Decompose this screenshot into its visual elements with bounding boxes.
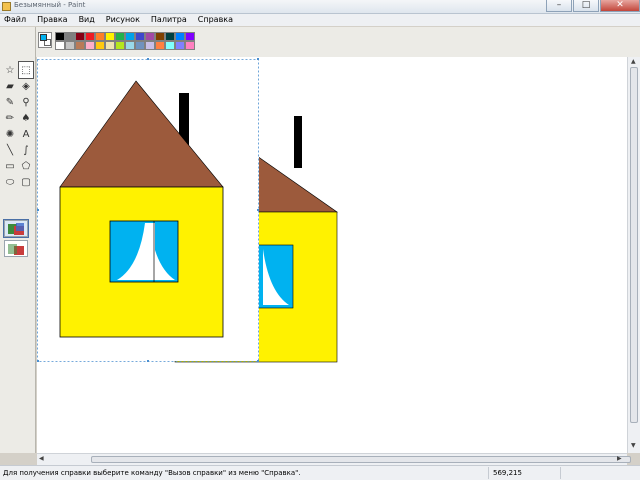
fill-tool[interactable]: ◈ — [19, 78, 33, 94]
magnifier-icon: ⚲ — [22, 96, 30, 108]
paint-app-icon — [2, 2, 11, 11]
text-tool[interactable]: A — [19, 126, 33, 142]
curve-icon: ∫ — [23, 144, 29, 156]
color-picker-tool[interactable]: ✎ — [3, 94, 17, 110]
palette-swatch[interactable] — [55, 41, 65, 50]
cursor-coordinates: 569,215 — [493, 469, 522, 477]
scroll-up-icon[interactable]: ▲ — [631, 58, 636, 65]
rounded-rect-icon: ▢ — [21, 176, 31, 188]
rect-select-icon: ⬚ — [21, 64, 31, 76]
palette-swatch[interactable] — [165, 41, 175, 50]
palette-swatch[interactable] — [115, 32, 125, 41]
palette-swatch[interactable] — [125, 41, 135, 50]
palette-swatch[interactable] — [135, 32, 145, 41]
polygon-icon: ⬠ — [21, 160, 31, 172]
airbrush-tool[interactable]: ✺ — [3, 126, 17, 142]
palette-swatch[interactable] — [185, 41, 195, 50]
brush-icon: ♠ — [21, 112, 31, 124]
menu-bar: Файл Правка Вид Рисунок Палитра Справка — [0, 14, 640, 26]
foreground-color-swatch[interactable] — [40, 34, 47, 41]
toolbox: ☆ ⬚ ▰ ◈ ✎ ⚲ ✏ ♠ ✺ A ╲ ∫ ▭ ⬠ ⬭ ▢ — [3, 61, 34, 190]
palette-swatch[interactable] — [115, 41, 125, 50]
drawing-canvas[interactable] — [37, 57, 627, 453]
scroll-right-icon[interactable]: ▶ — [617, 455, 622, 462]
text-icon: A — [22, 128, 30, 140]
opaque-selection-option[interactable] — [3, 219, 29, 238]
close-button[interactable]: ✕ — [600, 0, 640, 12]
rect-select-tool[interactable]: ⬚ — [18, 61, 34, 79]
menu-file[interactable]: Файл — [4, 14, 26, 26]
pencil-tool[interactable]: ✏ — [3, 110, 17, 126]
transparent-selection-option[interactable] — [4, 240, 28, 257]
fill-icon: ◈ — [22, 80, 30, 92]
palette-swatch[interactable] — [75, 32, 85, 41]
current-colors[interactable] — [38, 32, 52, 48]
status-bar: Для получения справки выберите команду "… — [0, 465, 640, 480]
horizontal-scrollbar[interactable]: ◀ ▶ — [37, 453, 631, 465]
menu-image[interactable]: Рисунок — [106, 14, 140, 26]
tool-panel: ☆ ⬚ ▰ ◈ ✎ ⚲ ✏ ♠ ✺ A ╲ ∫ ▭ ⬠ ⬭ ▢ — [0, 27, 36, 453]
palette-swatch[interactable] — [65, 41, 75, 50]
window-title: Безымянный - Paint — [14, 1, 86, 9]
free-select-icon: ☆ — [5, 64, 15, 76]
horizontal-scroll-thumb[interactable] — [91, 456, 631, 463]
palette-swatch[interactable] — [85, 41, 95, 50]
palette-swatch[interactable] — [105, 41, 115, 50]
palette-swatch[interactable] — [95, 32, 105, 41]
palette-swatch[interactable] — [185, 32, 195, 41]
color-box — [36, 27, 640, 57]
palette-swatch[interactable] — [175, 32, 185, 41]
title-bar: Безымянный - Paint – □ ✕ — [0, 0, 640, 14]
vertical-scrollbar[interactable]: ▲ ▼ — [627, 57, 640, 453]
color-picker-icon: ✎ — [5, 96, 15, 108]
polygon-tool[interactable]: ⬠ — [19, 158, 33, 174]
palette-swatch[interactable] — [75, 41, 85, 50]
rectangle-tool[interactable]: ▭ — [3, 158, 17, 174]
tool-options — [3, 219, 30, 257]
maximize-button[interactable]: □ — [573, 0, 599, 12]
airbrush-icon: ✺ — [5, 128, 15, 140]
palette-swatch[interactable] — [125, 32, 135, 41]
menu-colors[interactable]: Палитра — [151, 14, 187, 26]
line-icon: ╲ — [6, 144, 14, 156]
eraser-tool[interactable]: ▰ — [3, 78, 17, 94]
canvas-area[interactable] — [37, 57, 627, 453]
palette-swatch[interactable] — [85, 32, 95, 41]
palette-swatch[interactable] — [155, 32, 165, 41]
brush-tool[interactable]: ♠ — [19, 110, 33, 126]
palette-swatch[interactable] — [95, 41, 105, 50]
palette-swatch[interactable] — [145, 41, 155, 50]
rounded-rect-tool[interactable]: ▢ — [19, 174, 33, 190]
palette-swatch[interactable] — [145, 32, 155, 41]
eraser-icon: ▰ — [6, 80, 14, 92]
palette-swatch[interactable] — [55, 32, 65, 41]
palette-swatch[interactable] — [155, 41, 165, 50]
pencil-icon: ✏ — [5, 112, 15, 124]
free-select-tool[interactable]: ☆ — [3, 62, 17, 78]
rectangle-icon: ▭ — [5, 160, 15, 172]
scroll-left-icon[interactable]: ◀ — [39, 455, 44, 462]
line-tool[interactable]: ╲ — [3, 142, 17, 158]
minimize-button[interactable]: – — [546, 0, 572, 12]
menu-view[interactable]: Вид — [79, 14, 95, 26]
palette-swatch[interactable] — [165, 32, 175, 41]
palette-swatch[interactable] — [135, 41, 145, 50]
menu-help[interactable]: Справка — [198, 14, 233, 26]
back-house-chimney — [294, 116, 302, 168]
ellipse-icon: ⬭ — [5, 176, 15, 188]
vertical-scroll-thumb[interactable] — [630, 67, 638, 423]
menu-edit[interactable]: Правка — [37, 14, 67, 26]
scroll-down-icon[interactable]: ▼ — [631, 442, 636, 449]
palette-swatch[interactable] — [105, 32, 115, 41]
palette-swatch[interactable] — [175, 41, 185, 50]
curve-tool[interactable]: ∫ — [19, 142, 33, 158]
ellipse-tool[interactable]: ⬭ — [3, 174, 17, 190]
magnifier-tool[interactable]: ⚲ — [19, 94, 33, 110]
palette-swatch[interactable] — [65, 32, 75, 41]
status-help-text: Для получения справки выберите команду "… — [3, 469, 301, 477]
color-palette — [55, 32, 195, 50]
